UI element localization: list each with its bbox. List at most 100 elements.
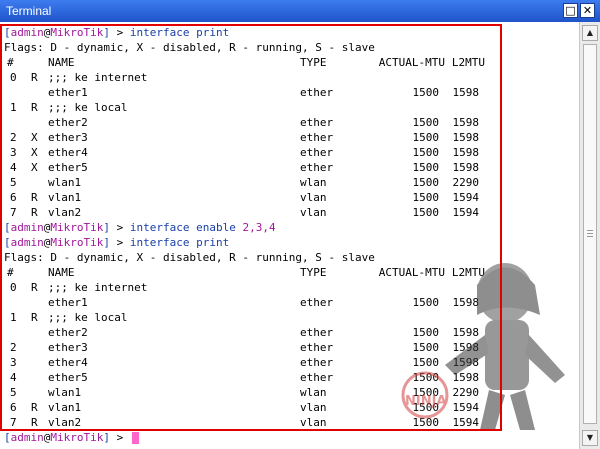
interface-name: wlan1 [48, 176, 82, 189]
col-type-header: TYPE [300, 56, 327, 69]
row-number: 3 [10, 356, 17, 369]
scroll-up-button[interactable]: ▲ [582, 25, 598, 41]
vertical-scrollbar[interactable]: ▲ ▼ [579, 22, 600, 449]
thumb-grip [587, 236, 593, 237]
row-number: 6 [10, 191, 17, 204]
interface-type: wlan [300, 176, 327, 189]
prompt-bracket: [ [4, 221, 11, 234]
row-number: 5 [10, 386, 17, 399]
interface-comment-text: ;;; ke internet [48, 71, 148, 84]
row-number: 5 [10, 176, 17, 189]
interface-type: vlan [300, 416, 327, 429]
interface-name: wlan1 [48, 386, 82, 399]
anime-character-watermark-icon: NINJA [401, 263, 565, 430]
row-number: 3 [10, 146, 17, 159]
command-text: interface enable [129, 221, 236, 234]
col-name-header: NAME [48, 266, 75, 279]
interface-name: vlan2 [48, 416, 82, 429]
actual-mtu: 1500 [412, 161, 440, 174]
interface-name: vlan2 [48, 206, 82, 219]
row-number: 4 [10, 161, 17, 174]
row-flag: R [31, 311, 38, 324]
interface-name: ether5 [48, 161, 88, 174]
command-text: interface print [129, 236, 230, 249]
interface-name: vlan1 [48, 191, 82, 204]
row-number: 1 [10, 101, 17, 114]
row-number: 0 [10, 281, 17, 294]
interface-name: ether1 [48, 296, 88, 309]
flags-legend: Flags: D - dynamic, X - disabled, R - ru… [4, 41, 375, 54]
actual-mtu: 1500 [412, 191, 440, 204]
command-args: 2,3,4 [242, 221, 276, 234]
column-header: # NAME TYPE ACTUAL-MTU L2MTU [4, 55, 564, 70]
interface-type: vlan [300, 206, 327, 219]
thumb-grip [587, 230, 593, 231]
prompt-bracket: ] [103, 431, 110, 444]
interface-type: ether [300, 161, 334, 174]
row-flag: R [31, 71, 38, 84]
prompt-user: admin [10, 236, 44, 249]
interface-type: ether [300, 326, 334, 339]
prompt-host: MikroTik [50, 431, 104, 444]
prompt-line: [admin@MikroTik] > interface enable 2,3,… [4, 220, 564, 235]
l2mtu: 1594 [452, 191, 480, 204]
interface-type: ether [300, 86, 334, 99]
maximize-button[interactable]: □ [563, 3, 578, 18]
interface-type: ether [300, 146, 334, 159]
row-number: 1 [10, 311, 17, 324]
prompt-user: admin [10, 431, 44, 444]
interface-row: 6 Rvlan1 vlan 1500 1594 [4, 190, 564, 205]
interface-row: ether2 ether 1500 1598 [4, 115, 564, 130]
prompt-bracket: ] [103, 221, 110, 234]
window-title: Terminal [6, 4, 52, 18]
interface-row: ether1 ether 1500 1598 [4, 85, 564, 100]
interface-comment-text: ;;; ke local [48, 311, 128, 324]
prompt-user: admin [10, 26, 44, 39]
text-cursor[interactable] [131, 432, 139, 444]
row-number: 6 [10, 401, 17, 414]
prompt-bracket: ] [103, 236, 110, 249]
row-number: 7 [10, 416, 17, 429]
interface-name: vlan1 [48, 401, 82, 414]
interface-type: ether [300, 131, 334, 144]
interface-name: ether4 [48, 356, 88, 369]
row-number: 2 [10, 131, 17, 144]
interface-type: vlan [300, 191, 327, 204]
interface-comment: 0 R ;;; ke internet [4, 70, 564, 85]
interface-type: ether [300, 116, 334, 129]
l2mtu: 1598 [452, 131, 480, 144]
close-button[interactable]: ✕ [580, 3, 595, 18]
actual-mtu: 1500 [412, 131, 440, 144]
scroll-down-button[interactable]: ▼ [582, 430, 598, 446]
col-mtu-header: ACTUAL-MTU [378, 56, 445, 69]
title-bar: Terminal □ ✕ [0, 0, 600, 22]
interface-comment: 1 R ;;; ke local [4, 100, 564, 115]
interface-row: 2 Xether3 ether 1500 1598 [4, 130, 564, 145]
l2mtu: 1598 [452, 161, 480, 174]
row-flag: X [31, 131, 38, 144]
col-l2mtu-header: L2MTU [451, 56, 485, 69]
l2mtu: 2290 [452, 176, 480, 189]
interface-row: 3 Xether4 ether 1500 1598 [4, 145, 564, 160]
row-number: 4 [10, 371, 17, 384]
l2mtu: 1598 [452, 146, 480, 159]
prompt-bracket: ] [103, 26, 110, 39]
interface-name: ether2 [48, 326, 88, 339]
actual-mtu: 1500 [412, 146, 440, 159]
interface-row: 7 Rvlan2 vlan 1500 1594 [4, 205, 564, 220]
prompt-host: MikroTik [50, 221, 104, 234]
row-number: 7 [10, 206, 17, 219]
col-type-header: TYPE [300, 266, 327, 279]
interface-comment-text: ;;; ke internet [48, 281, 148, 294]
prompt-user: admin [10, 221, 44, 234]
scroll-thumb[interactable] [583, 44, 597, 424]
interface-comment-text: ;;; ke local [48, 101, 128, 114]
interface-name: ether1 [48, 86, 88, 99]
row-flag: R [31, 206, 38, 219]
